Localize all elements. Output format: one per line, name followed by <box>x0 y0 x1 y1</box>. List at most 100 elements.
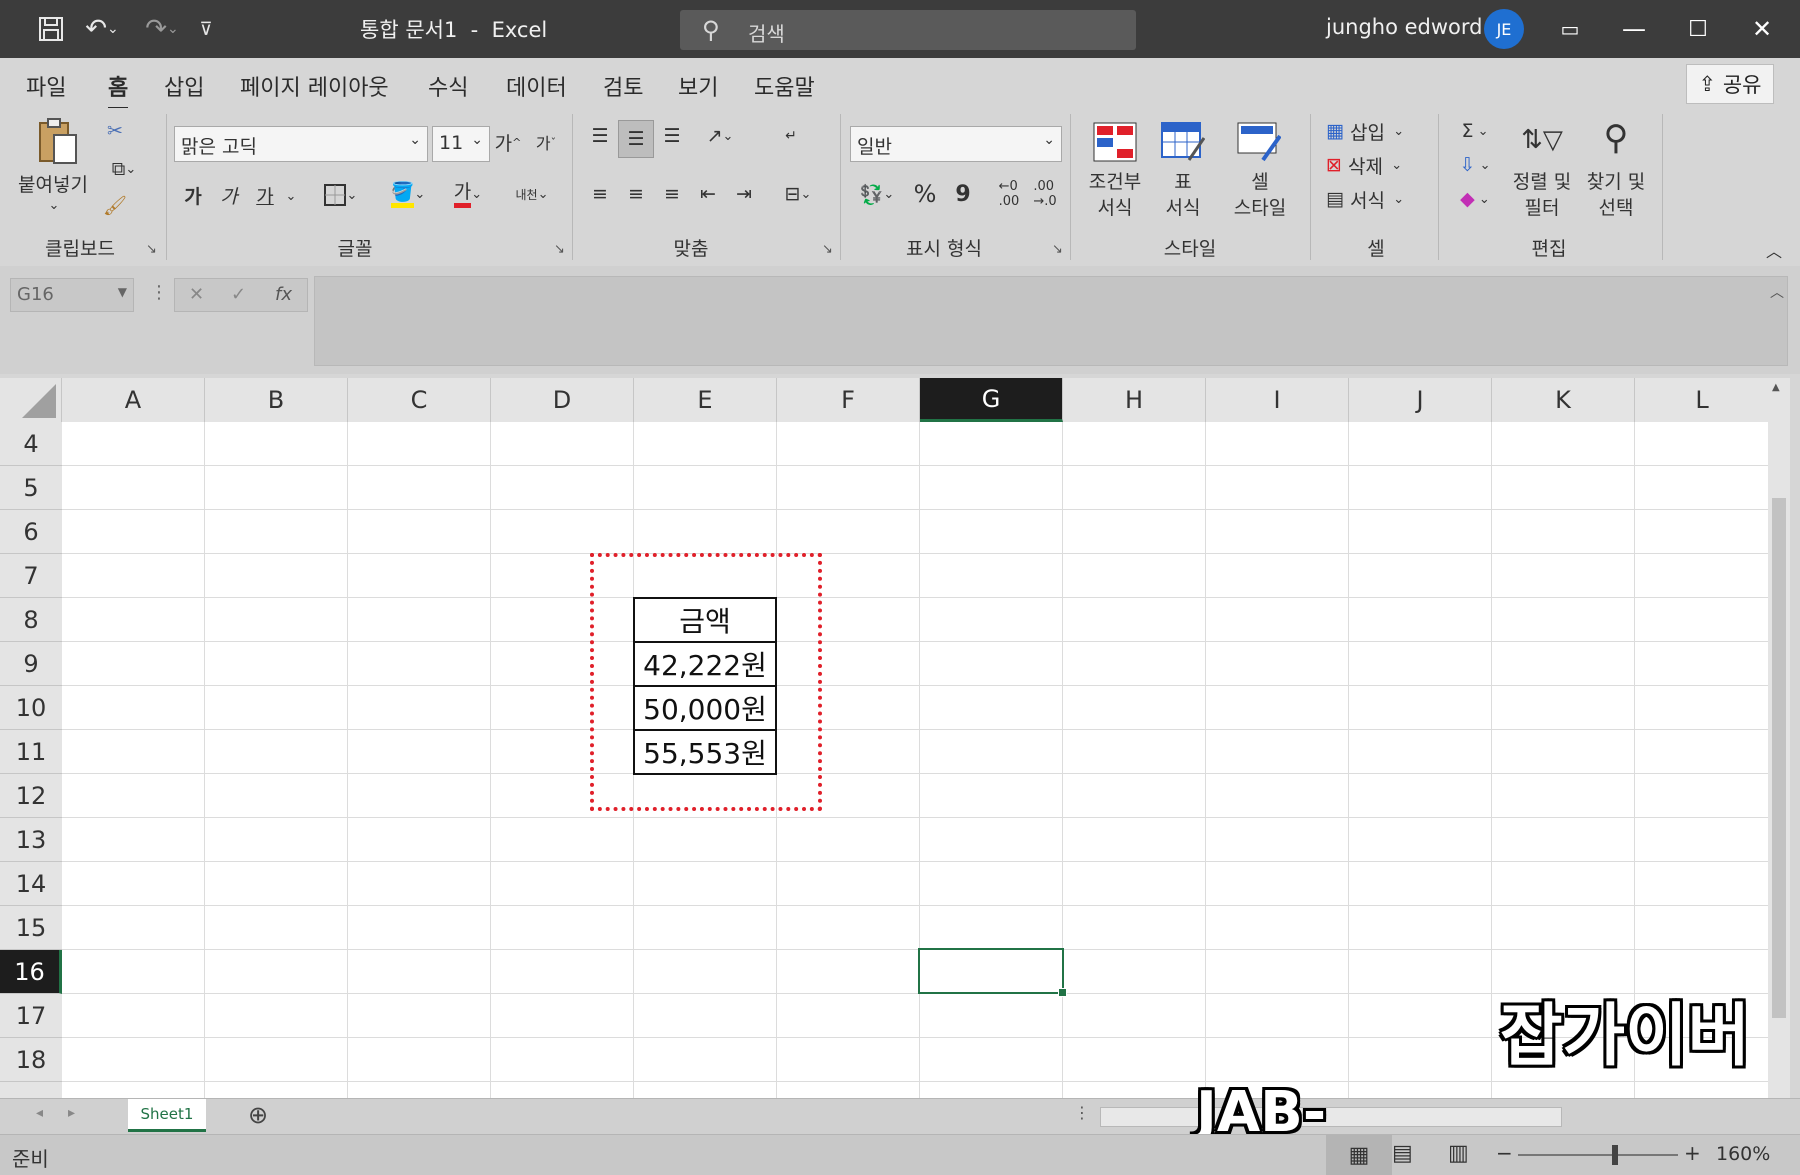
tab-insert[interactable]: 삽입 <box>164 70 204 102</box>
sheet-tab-sheet1[interactable]: Sheet1 <box>128 1099 206 1132</box>
row-header-13[interactable]: 13 <box>0 818 62 862</box>
font-size-dropdown[interactable]: 11 ⌄ <box>432 126 490 162</box>
insert-function-icon[interactable]: fx <box>275 284 292 305</box>
cut-icon[interactable]: ✂ <box>102 118 128 144</box>
number-format-dropdown[interactable]: 일반 ⌄ <box>850 126 1062 162</box>
page-break-view-icon[interactable]: ▥ <box>1448 1141 1469 1166</box>
align-right-icon[interactable]: ≡ <box>656 178 688 210</box>
font-color-button[interactable]: 가 ⌄ <box>440 174 496 214</box>
column-header-k[interactable]: K <box>1492 378 1635 422</box>
decrease-font-icon[interactable]: 가ˇ <box>532 126 560 158</box>
border-icon[interactable]: ⌄ <box>314 178 366 212</box>
row-header-10[interactable]: 10 <box>0 686 62 730</box>
row-header-17[interactable]: 17 <box>0 994 62 1038</box>
ribbon-display-icon[interactable]: ▭ <box>1548 10 1592 48</box>
row-header-11[interactable]: 11 <box>0 730 62 774</box>
maximize-icon[interactable]: ☐ <box>1676 10 1720 48</box>
column-header-l[interactable]: L <box>1635 378 1770 422</box>
align-left-icon[interactable]: ≡ <box>584 178 616 210</box>
collapse-formula-bar-icon[interactable]: ︿ <box>1770 282 1784 302</box>
table-format-button[interactable]: 표 서식 <box>1150 168 1216 222</box>
zoom-level[interactable]: 160% <box>1716 1143 1770 1165</box>
comma-button[interactable]: 9 <box>950 178 976 210</box>
align-center-icon[interactable]: ≡ <box>620 178 652 210</box>
row-header-12[interactable]: 12 <box>0 774 62 818</box>
page-layout-view-icon[interactable]: ▤ <box>1392 1141 1413 1166</box>
column-header-e[interactable]: E <box>634 378 777 422</box>
add-sheet-icon[interactable]: ⊕ <box>248 1101 268 1129</box>
tab-help[interactable]: 도움말 <box>754 70 815 102</box>
share-button[interactable]: ⇪ 공유 <box>1686 64 1774 104</box>
find-select-button[interactable]: 찾기 및 선택 <box>1578 168 1654 222</box>
select-all-button[interactable] <box>0 378 62 422</box>
align-bottom-icon[interactable]: ☰ <box>656 120 688 152</box>
tab-file[interactable]: 파일 <box>26 70 66 102</box>
conditional-format-button[interactable]: 조건부 서식 <box>1082 168 1148 222</box>
delete-cells-button[interactable]: ⊠ 삭제 ⌄ <box>1326 150 1436 180</box>
insert-cells-button[interactable]: ▦ 삽입 ⌄ <box>1326 116 1436 146</box>
underline-button[interactable]: 가 <box>250 178 280 212</box>
clear-icon[interactable]: ◆ ⌄ <box>1450 184 1500 214</box>
undo-icon[interactable]: ↶ ⌄ <box>80 12 124 46</box>
font-launcher-icon[interactable]: ↘ <box>554 242 565 257</box>
avatar[interactable]: JE <box>1484 9 1524 49</box>
accounting-format-icon[interactable]: 💱 ⌄ <box>852 178 902 210</box>
tab-page-layout[interactable]: 페이지 레이아웃 <box>240 70 389 102</box>
zoom-slider[interactable] <box>1518 1154 1678 1156</box>
scroll-thumb[interactable] <box>1772 498 1786 1018</box>
paste-button[interactable]: 붙여넣기 <box>10 170 96 196</box>
customize-toolbar-icon[interactable]: ⊽ <box>194 12 218 46</box>
increase-font-icon[interactable]: 가 ^ <box>494 126 522 158</box>
align-top-icon[interactable]: ☰ <box>584 120 616 152</box>
row-header-14[interactable]: 14 <box>0 862 62 906</box>
save-icon[interactable] <box>34 12 68 46</box>
next-sheet-icon[interactable]: ▸ <box>68 1105 75 1121</box>
tab-review[interactable]: 검토 <box>603 70 643 102</box>
wrap-text-icon[interactable]: ↵ <box>774 120 808 152</box>
conditional-format-icon[interactable] <box>1090 120 1140 164</box>
column-header-h[interactable]: H <box>1063 378 1206 422</box>
more-options-icon[interactable]: ⋮ <box>150 282 168 303</box>
orientation-icon[interactable]: ↗ ⌄ <box>696 120 744 152</box>
cell-styles-button[interactable]: 셀 스타일 <box>1220 168 1300 222</box>
number-launcher-icon[interactable]: ↘ <box>1052 242 1063 257</box>
sort-filter-button[interactable]: 정렬 및 필터 <box>1504 168 1580 222</box>
fill-color-icon[interactable]: 🪣 ⌄ <box>380 174 436 214</box>
increase-decimal-icon[interactable]: ←0.00 <box>992 178 1026 210</box>
alignment-launcher-icon[interactable]: ↘ <box>822 242 833 257</box>
vertical-scrollbar[interactable]: ▲ <box>1768 378 1790 1098</box>
tab-split-icon[interactable]: ⋮ <box>1074 1103 1090 1122</box>
format-cells-button[interactable]: ▤ 서식 ⌄ <box>1326 184 1436 214</box>
find-icon[interactable]: ⚲ <box>1590 114 1642 162</box>
table-format-icon[interactable] <box>1158 120 1208 164</box>
fill-icon[interactable]: ⇩ ⌄ <box>1450 150 1500 180</box>
tab-view[interactable]: 보기 <box>678 70 718 102</box>
format-painter-icon[interactable]: 🖌 <box>100 192 130 218</box>
decrease-indent-icon[interactable]: ⇤ <box>692 178 724 210</box>
cell-styles-icon[interactable] <box>1234 120 1284 164</box>
row-header-9[interactable]: 9 <box>0 642 62 686</box>
row-header-8[interactable]: 8 <box>0 598 62 642</box>
close-icon[interactable]: ✕ <box>1740 10 1784 48</box>
zoom-out-icon[interactable]: − <box>1496 1141 1513 1165</box>
row-header-7[interactable]: 7 <box>0 554 62 598</box>
column-header-i[interactable]: I <box>1206 378 1349 422</box>
paste-icon[interactable] <box>30 116 86 168</box>
font-name-dropdown[interactable]: 맑은 고딕 ⌄ <box>174 126 428 162</box>
scroll-up-icon[interactable]: ▲ <box>1772 382 1780 393</box>
zoom-in-icon[interactable]: + <box>1684 1141 1701 1165</box>
increase-indent-icon[interactable]: ⇥ <box>728 178 760 210</box>
row-header-16[interactable]: 16 <box>0 950 62 994</box>
row-header-6[interactable]: 6 <box>0 510 62 554</box>
name-box[interactable]: G16 ▼ <box>10 278 134 312</box>
normal-view-icon[interactable]: ▦ <box>1326 1135 1392 1175</box>
redo-icon[interactable]: ↷ ⌄ <box>140 12 184 46</box>
cancel-icon[interactable]: ✕ <box>189 284 204 305</box>
italic-button[interactable]: 가 <box>214 178 244 212</box>
autosum-icon[interactable]: Σ ⌄ <box>1450 116 1500 146</box>
column-header-d[interactable]: D <box>491 378 634 422</box>
tab-formulas[interactable]: 수식 <box>428 70 468 102</box>
row-header-5[interactable]: 5 <box>0 466 62 510</box>
column-header-f[interactable]: F <box>777 378 920 422</box>
underline-dropdown-icon[interactable]: ⌄ <box>282 182 300 210</box>
